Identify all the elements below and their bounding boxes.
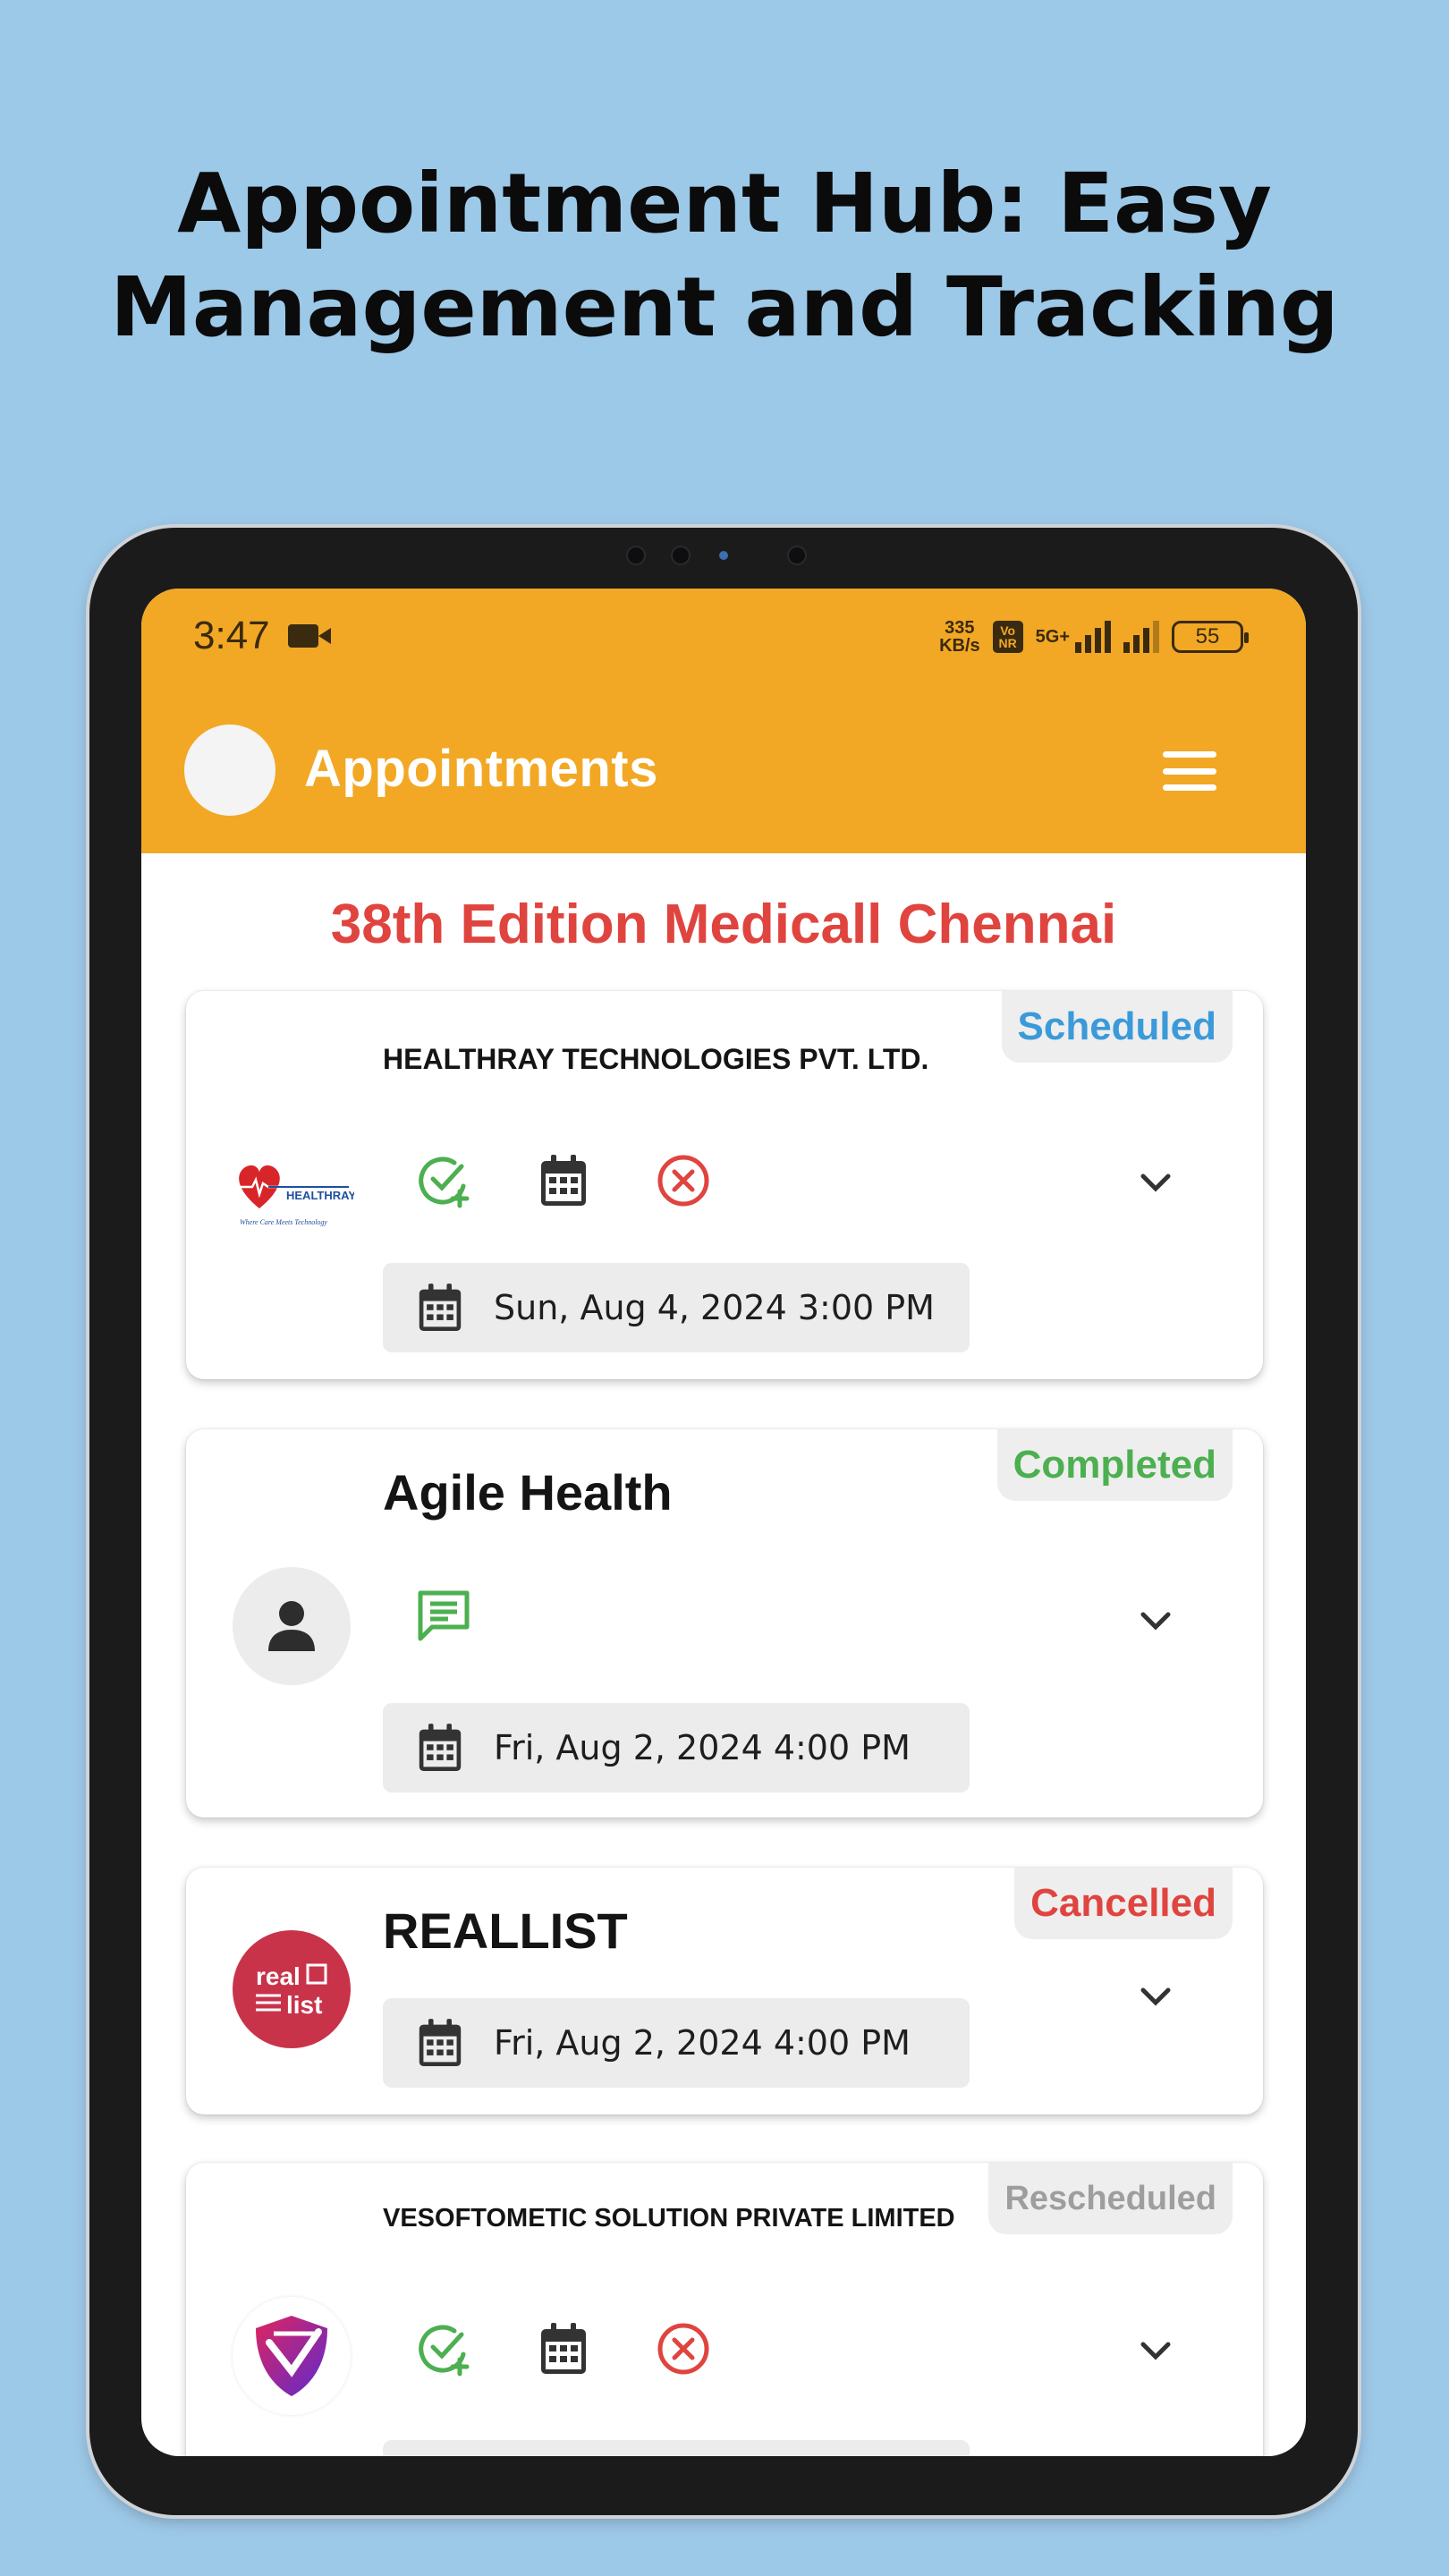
logo-text: HEALTHRAY [286, 1189, 354, 1202]
logo-tagline: Where Care Meets Technology [240, 1218, 327, 1226]
person-icon [268, 1601, 315, 1651]
datetime-text: Fri, Aug 2, 2024 4:00 PM [494, 1728, 911, 1767]
status-indicators: 335 KB/s Vo NR 5G+ 55 [939, 618, 1249, 656]
status-badge: Cancelled [1014, 1868, 1233, 1939]
tablet-frame: 3:47 335 KB/s Vo NR 5G+ 55 Appointments … [89, 528, 1358, 2515]
sensor-icon [671, 546, 691, 565]
status-label: Scheduled [1017, 1004, 1217, 1048]
datetime-text: Fri, Aug 2, 2024 4:00 PM [494, 2023, 911, 2063]
cancel-icon[interactable] [655, 1152, 712, 1209]
action-row [415, 1152, 712, 1209]
event-title: 38th Edition Medicall Chennai [330, 894, 1117, 955]
appointment-datetime: Sun, Aug 4, 2024 3:00 PM [383, 1263, 970, 1352]
company-logo: real list [233, 1930, 351, 2048]
datetime-text: Sun, Aug 4, 2024 3:00 PM [494, 1288, 935, 1327]
signal-strength-icon [1075, 621, 1111, 653]
sensor-icon [626, 546, 646, 565]
headline-line-2: Management and Tracking [110, 259, 1339, 355]
signal-strength-icon-2 [1123, 621, 1159, 653]
company-logo [233, 2297, 351, 2415]
video-camera-icon [287, 624, 331, 648]
cancel-icon[interactable] [655, 2320, 712, 2377]
status-time: 3:47 [193, 614, 331, 658]
chevron-down-icon[interactable] [1134, 1599, 1177, 1642]
appointment-card[interactable]: Cancelled REALLIST real list Fri, Aug 2,… [186, 1868, 1263, 2114]
sensor-icon [787, 546, 807, 565]
user-avatar[interactable] [184, 724, 275, 816]
check-add-icon[interactable] [415, 2320, 472, 2377]
message-icon[interactable] [415, 1587, 472, 1644]
action-row [415, 1587, 472, 1644]
logo-text-2: list [286, 1991, 322, 2019]
check-add-icon[interactable] [415, 1152, 472, 1209]
status-label: Completed [1013, 1443, 1216, 1487]
calendar-icon [419, 2019, 462, 2066]
battery-icon: 55 [1172, 621, 1249, 653]
chevron-down-icon[interactable] [1134, 2329, 1177, 2372]
status-label: Cancelled [1030, 1881, 1216, 1925]
avatar [233, 1567, 351, 1685]
status-label: Rescheduled [1004, 2179, 1216, 2217]
status-badge: Scheduled [1001, 991, 1233, 1063]
headline-line-1: Appointment Hub: Easy [177, 156, 1272, 251]
calendar-icon[interactable] [535, 1152, 592, 1209]
headline: Appointment Hub: Easy Management and Tra… [0, 152, 1449, 360]
clock: 3:47 [193, 614, 270, 657]
action-row [415, 2320, 712, 2377]
app-header: 3:47 335 KB/s Vo NR 5G+ 55 Appointments [141, 589, 1306, 853]
chevron-down-icon[interactable] [1134, 1975, 1177, 2018]
company-name: Agile Health [383, 1464, 673, 1521]
company-name: REALLIST [383, 1902, 628, 1959]
appointment-card[interactable]: Rescheduled VESOFTOMETIC SOLUTION PRIVAT… [186, 2163, 1263, 2456]
front-camera-icon [719, 551, 728, 560]
network-type: 5G+ [1035, 626, 1070, 647]
vonr-icon: Vo NR [992, 621, 1023, 653]
company-logo: HEALTHRAY Where Care Meets Technology [233, 1136, 354, 1254]
network-speed: 335 KB/s [939, 618, 980, 656]
calendar-icon [419, 1284, 462, 1331]
logo-text: real [256, 1962, 301, 1990]
page-title: Appointments [304, 740, 658, 798]
hamburger-menu-icon[interactable] [1163, 751, 1216, 791]
appointment-card[interactable]: Completed Agile Health Fri, Aug 2, 2024 … [186, 1429, 1263, 1818]
appointment-datetime [383, 2440, 970, 2456]
app-screen: 3:47 335 KB/s Vo NR 5G+ 55 Appointments … [141, 589, 1306, 2456]
calendar-icon [419, 1724, 462, 1771]
status-badge: Rescheduled [988, 2163, 1233, 2234]
status-badge: Completed [996, 1429, 1233, 1501]
chevron-down-icon[interactable] [1134, 1161, 1177, 1204]
appointment-datetime: Fri, Aug 2, 2024 4:00 PM [383, 1998, 970, 2088]
company-name: VESOFTOMETIC SOLUTION PRIVATE LIMITED [383, 2204, 955, 2233]
calendar-icon[interactable] [535, 2320, 592, 2377]
battery-level: 55 [1195, 624, 1220, 648]
appointment-datetime: Fri, Aug 2, 2024 4:00 PM [383, 1703, 970, 1792]
appointment-card[interactable]: Scheduled HEALTHRAY TECHNOLOGIES PVT. LT… [186, 991, 1263, 1379]
company-name: HEALTHRAY TECHNOLOGIES PVT. LTD. [383, 1043, 929, 1075]
